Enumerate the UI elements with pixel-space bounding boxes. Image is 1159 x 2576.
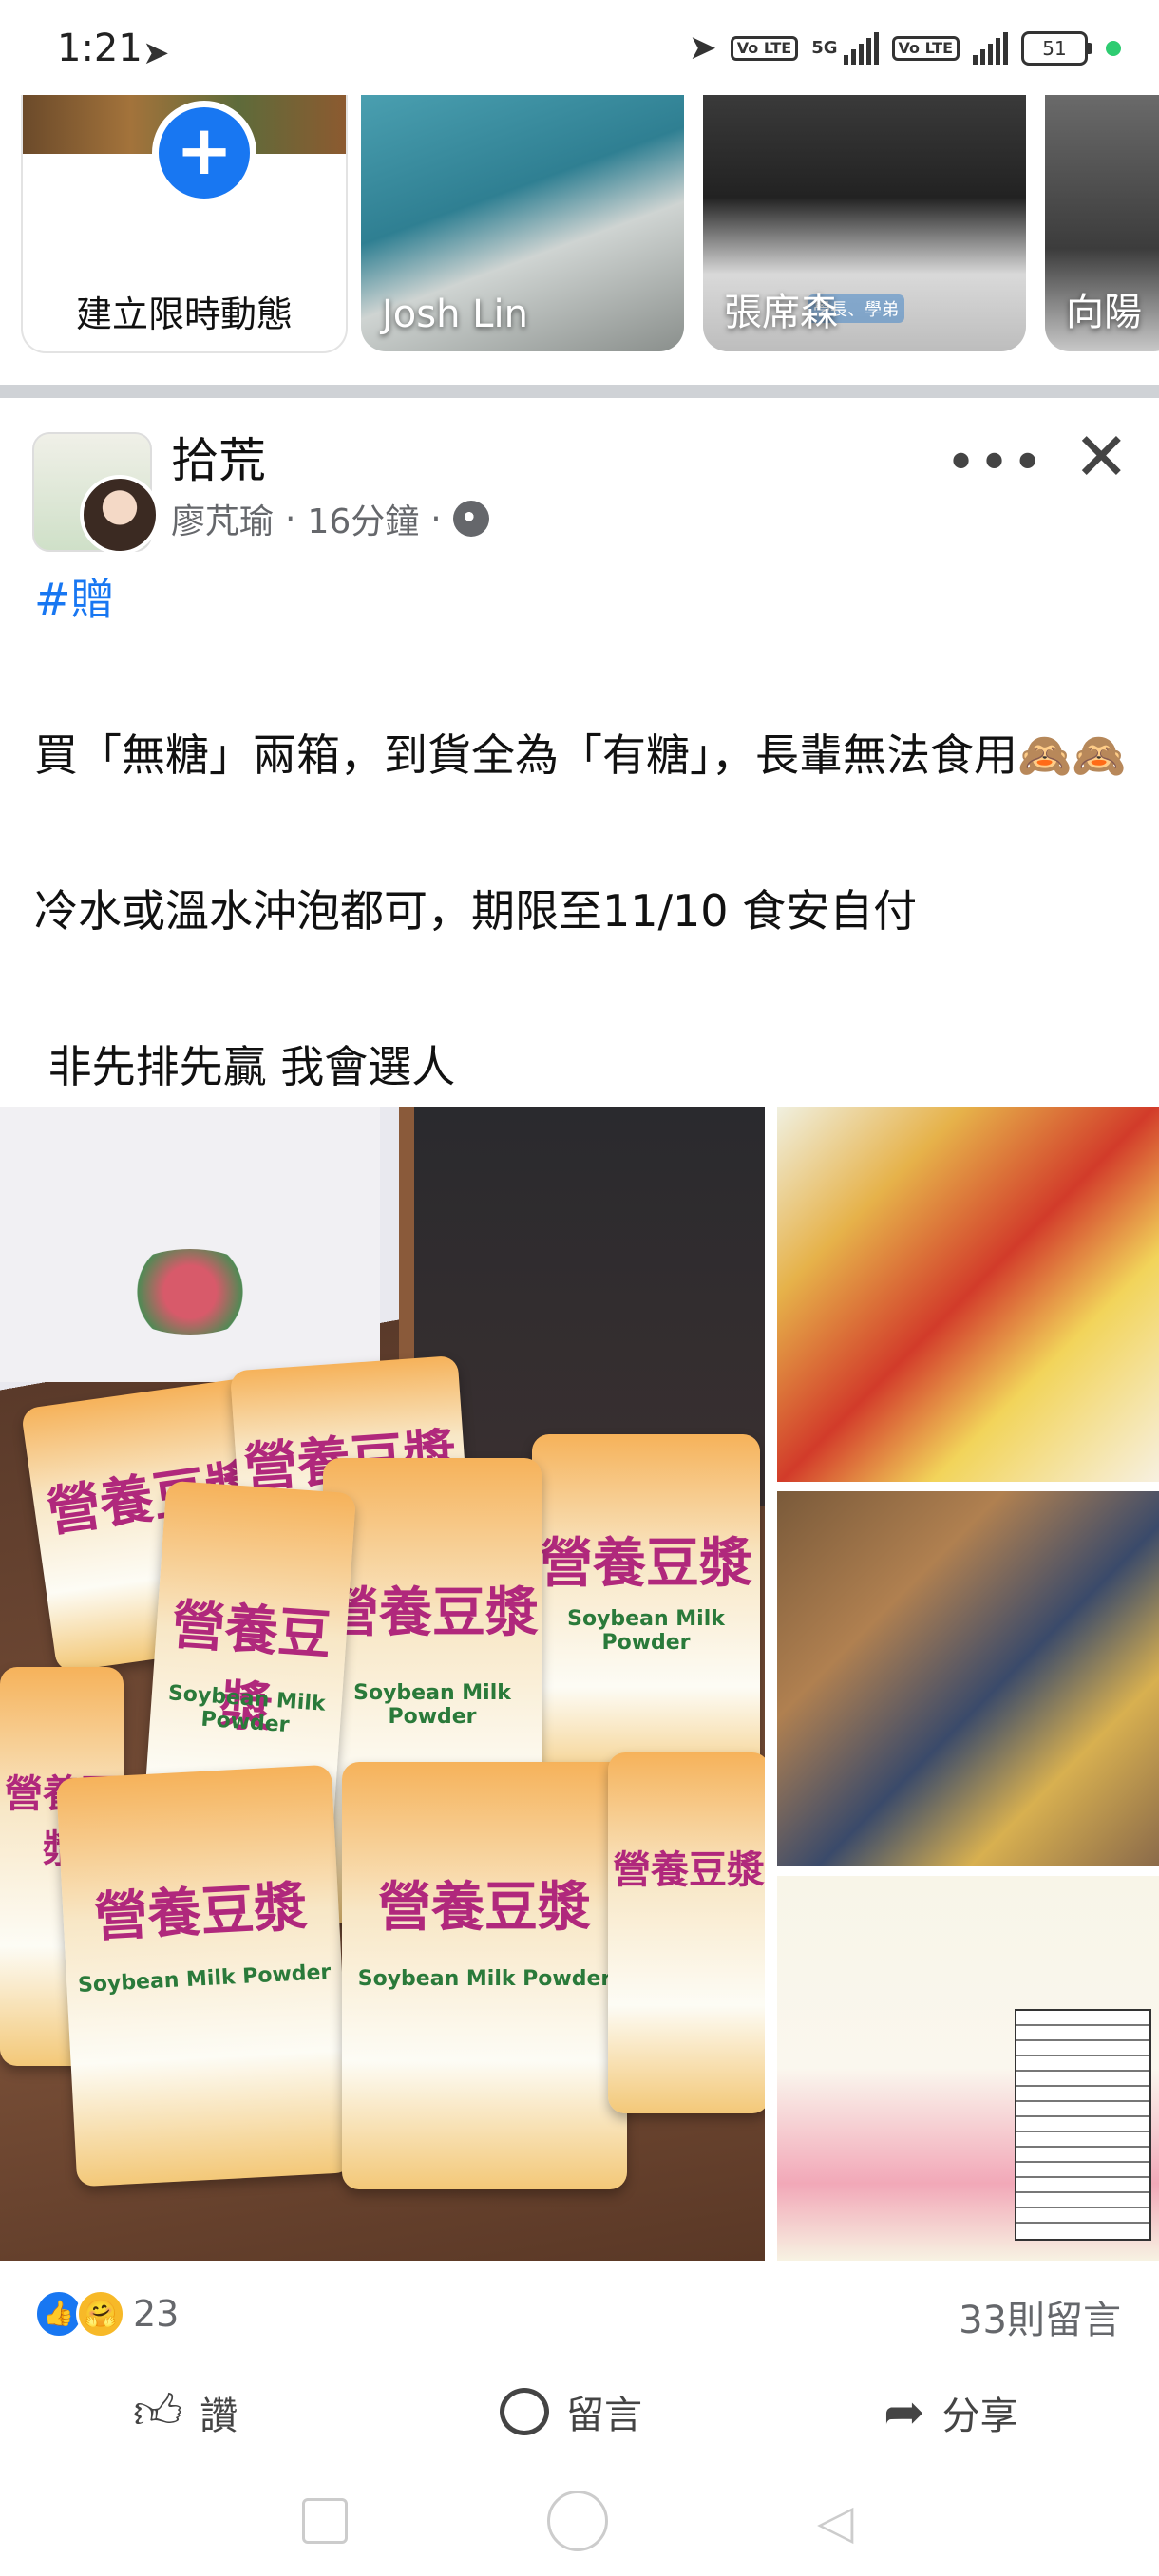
- meta-separator: ·: [285, 499, 296, 539]
- status-time: 1:21: [57, 27, 142, 70]
- like-label: 讚: [200, 2395, 238, 2438]
- signal-icon-2: [973, 31, 1008, 65]
- story-card[interactable]: Josh Lin: [361, 95, 684, 351]
- volte-icon-2: Vo LTE: [891, 35, 960, 61]
- reactions-summary[interactable]: 👍 🤗 23: [34, 2289, 179, 2339]
- product-bag: 營養豆漿: [608, 1752, 765, 2113]
- group-name[interactable]: 拾荒: [171, 423, 266, 491]
- network-label: 5G: [811, 38, 838, 58]
- stories-tray: + 建立限時動態 Josh Lin 學長、學弟 張席森 向陽: [0, 95, 1159, 356]
- privacy-dot-icon: [1106, 40, 1121, 56]
- volte-icon: Vo LTE: [730, 35, 799, 61]
- back-button[interactable]: ◁: [817, 2494, 853, 2549]
- post-body: #贈 買「無糖」兩箱，到貨全為「有糖」，長輩無法食用🙈🙈 冷水或溫水沖泡都可，期…: [34, 560, 1127, 1106]
- author-name[interactable]: 廖芃瑜: [171, 494, 274, 543]
- post-line: 冷水或溫水沖泡都可，期限至11/10 食安自付: [34, 885, 918, 937]
- plus-icon[interactable]: +: [152, 101, 256, 205]
- post-actions: 👍︎ 讚 留言 ➦ 分享: [0, 2384, 1159, 2460]
- hashtag-link[interactable]: #贈: [34, 574, 115, 625]
- nutrition-table: [1015, 2009, 1151, 2241]
- battery-icon: 51: [1021, 30, 1092, 66]
- comment-label: 留言: [566, 2394, 642, 2437]
- tablecloth: [0, 1107, 380, 1382]
- reaction-count: 23: [133, 2293, 180, 2335]
- create-story-label: 建立限時動態: [75, 294, 293, 335]
- flower-pattern: [114, 1249, 266, 1335]
- post-photo-pastries[interactable]: [777, 1491, 1159, 1866]
- post-line: 買「無糖」兩箱，到貨全為「有糖」，長輩無法食用🙈🙈: [34, 729, 1127, 781]
- system-nav-bar: ◁: [0, 2460, 1159, 2576]
- story-card[interactable]: 學長、學弟 張席森: [703, 95, 1026, 351]
- post-time[interactable]: 16分鐘: [307, 494, 419, 543]
- location-icon: ➤: [688, 28, 717, 67]
- signal-icon: [843, 31, 879, 65]
- story-name: 向陽: [1066, 291, 1142, 334]
- share-label: 分享: [941, 2395, 1018, 2438]
- meta-separator: ·: [430, 499, 442, 539]
- create-story-card[interactable]: + 建立限時動態: [21, 95, 348, 353]
- product-bag: 營養豆漿 Soybean Milk Powder: [342, 1762, 627, 2189]
- like-button[interactable]: 👍︎ 讚: [133, 2384, 238, 2441]
- story-name: 張席森: [724, 291, 838, 334]
- comment-count[interactable]: 33則留言: [959, 2289, 1121, 2344]
- story-card[interactable]: 向陽: [1045, 95, 1159, 351]
- globe-icon: [452, 501, 489, 537]
- post-photo-label[interactable]: [777, 1876, 1159, 2261]
- recents-button[interactable]: [302, 2498, 348, 2544]
- share-button[interactable]: ➦ 分享: [884, 2384, 1018, 2441]
- send-icon: ➤: [142, 34, 170, 72]
- comment-button[interactable]: 留言: [500, 2384, 642, 2439]
- section-divider: [0, 385, 1159, 398]
- status-icons: ➤ Vo LTE 5G Vo LTE 51: [689, 28, 1121, 67]
- home-button[interactable]: [547, 2491, 608, 2551]
- care-reaction-icon: 🤗: [76, 2289, 125, 2339]
- comment-bubble-icon: [500, 2388, 549, 2435]
- battery-level: 51: [1021, 30, 1088, 66]
- product-bag: 營養豆漿 Soybean Milk Powder: [532, 1434, 760, 1795]
- post-meta: 廖芃瑜 · 16分鐘 ·: [171, 494, 489, 543]
- post-photo-main[interactable]: 營養豆漿 營養豆漿 營養豆漿Soybean Milk Powder 營養豆漿So…: [0, 1107, 765, 2261]
- post-line: 非先排先贏 我會選人: [34, 1041, 456, 1092]
- product-bag: 營養豆漿 Soybean Milk Powder: [55, 1764, 353, 2188]
- author-avatar[interactable]: [80, 475, 160, 555]
- more-options-icon[interactable]: •••: [945, 432, 1045, 494]
- share-arrow-icon: ➦: [884, 2384, 925, 2441]
- status-bar: 1:21 ➤ ➤ Vo LTE 5G Vo LTE 51: [0, 0, 1159, 104]
- story-name: Josh Lin: [382, 293, 528, 336]
- post-photo-bread[interactable]: [777, 1107, 1159, 1482]
- close-icon[interactable]: ✕: [1074, 418, 1130, 496]
- thumbs-up-icon: 👍︎: [133, 2384, 183, 2439]
